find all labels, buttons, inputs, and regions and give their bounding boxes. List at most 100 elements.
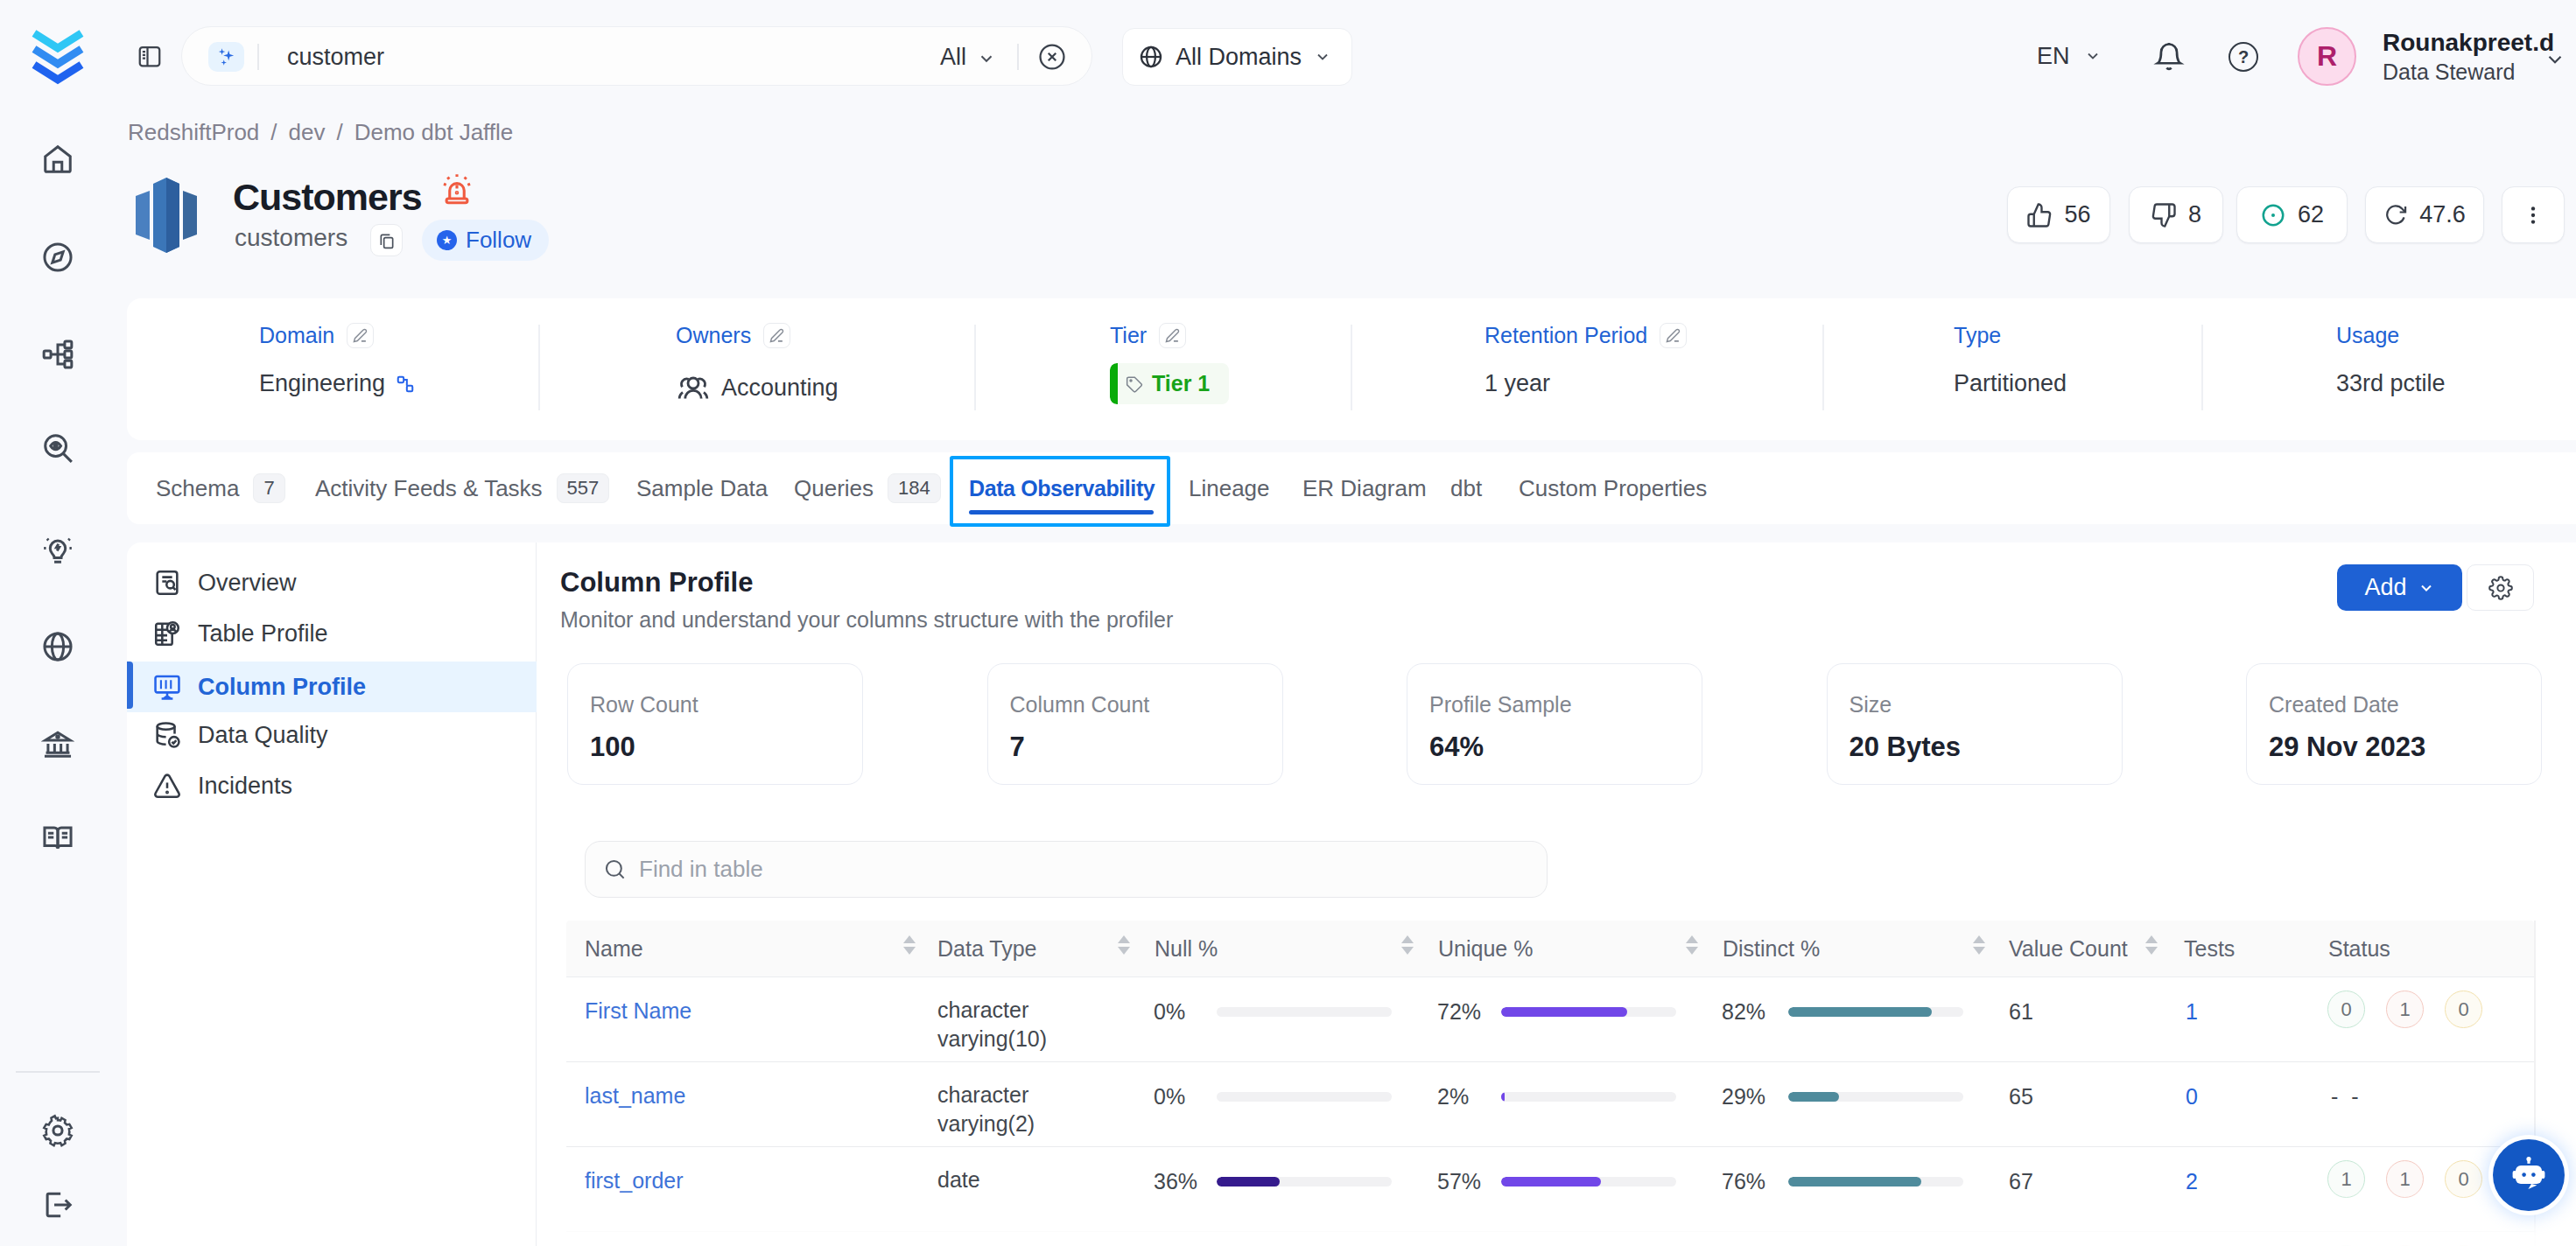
more-actions-button[interactable] <box>2502 186 2565 243</box>
subnav-incidents[interactable]: Incidents <box>127 760 537 811</box>
search-scope-dropdown[interactable]: All <box>940 27 966 87</box>
language-selector[interactable]: EN <box>2037 33 2102 79</box>
usage-label[interactable]: Usage <box>2336 323 2399 348</box>
sort-name[interactable] <box>903 935 916 955</box>
follow-button[interactable]: ★ Follow <box>422 220 549 261</box>
row-name-link[interactable]: last_name <box>585 1083 685 1109</box>
sort-null[interactable] <box>1401 935 1414 955</box>
owners-group-icon <box>676 370 711 405</box>
subnav-overview[interactable]: Overview <box>127 557 537 608</box>
type-label[interactable]: Type <box>1954 323 2001 348</box>
notifications-icon[interactable] <box>2153 40 2185 72</box>
table-header: Name Data Type Null % Unique % Distinct … <box>566 920 2534 977</box>
atlan-logo[interactable] <box>29 27 87 87</box>
profile-settings-button[interactable] <box>2467 564 2534 611</box>
settings-icon[interactable] <box>41 1114 74 1147</box>
domain-value[interactable]: Engineering <box>259 370 385 397</box>
edit-owners-button[interactable] <box>763 323 790 348</box>
bottom-fade <box>537 1188 2576 1246</box>
type-value: Partitioned <box>1954 370 2067 397</box>
owners-value[interactable]: Accounting <box>721 374 839 402</box>
governance-icon[interactable] <box>41 727 74 760</box>
tab-dbt[interactable]: dbt <box>1450 452 1482 524</box>
sort-unique[interactable] <box>1686 935 1698 955</box>
subnav-data-quality[interactable]: Data Quality <box>127 710 537 760</box>
row-tests-link[interactable]: 0 <box>2186 1084 2198 1110</box>
chevron-down-icon <box>1314 48 1331 66</box>
ai-sparkle-icon[interactable] <box>208 42 244 72</box>
discover-icon[interactable] <box>41 431 74 465</box>
row-name-link[interactable]: First Name <box>585 998 691 1024</box>
home-icon[interactable] <box>41 143 74 176</box>
avatar[interactable]: R <box>2298 27 2356 86</box>
edit-retention-button[interactable] <box>1660 323 1687 348</box>
add-button[interactable]: Add <box>2337 564 2462 611</box>
search-input[interactable]: customer <box>287 27 384 87</box>
edit-tier-button[interactable] <box>1159 323 1186 348</box>
copy-button[interactable] <box>370 224 403 256</box>
score-button[interactable]: 62 <box>2236 186 2348 243</box>
tab-lineage[interactable]: Lineage <box>1189 452 1270 524</box>
likes-count: 56 <box>2064 201 2090 228</box>
help-icon[interactable]: ? <box>2229 42 2258 72</box>
col-header-null[interactable]: Null % <box>1155 920 1218 977</box>
globe-icon[interactable] <box>41 630 74 663</box>
sort-value-count[interactable] <box>2145 935 2158 955</box>
breadcrumb-schema[interactable]: Demo dbt Jaffle <box>354 119 514 146</box>
score-count: 62 <box>2298 201 2324 228</box>
distinct-bar <box>1788 1092 1963 1102</box>
user-menu-chevron-icon[interactable] <box>2544 48 2566 71</box>
subnav-table-profile[interactable]: Table Profile <box>127 608 537 659</box>
subnav-column-profile[interactable]: Column Profile <box>127 662 537 712</box>
stat-row-count: Row Count100 <box>567 663 863 785</box>
find-in-table-input[interactable]: Find in table <box>585 841 1548 898</box>
row-tests-link[interactable]: 1 <box>2186 999 2198 1025</box>
insights-icon[interactable] <box>41 533 74 566</box>
edit-domain-button[interactable] <box>347 323 374 348</box>
row-status-badges: 0 1 0 <box>2327 990 2482 1028</box>
col-header-unique[interactable]: Unique % <box>1438 920 1533 977</box>
tab-schema[interactable]: Schema7 <box>156 452 285 524</box>
network-icon[interactable] <box>41 338 74 371</box>
search-divider <box>257 44 259 70</box>
tab-custom-properties[interactable]: Custom Properties <box>1519 452 1707 524</box>
tab-er-diagram[interactable]: ER Diagram <box>1302 452 1427 524</box>
logout-icon[interactable] <box>41 1188 74 1222</box>
tier-chip[interactable]: Tier 1 <box>1110 363 1229 404</box>
col-header-status[interactable]: Status <box>2328 920 2390 977</box>
owners-label[interactable]: Owners <box>676 323 751 348</box>
clear-search-icon[interactable] <box>1037 42 1067 72</box>
col-header-data-type[interactable]: Data Type <box>937 920 1037 977</box>
sort-distinct[interactable] <box>1973 935 1985 955</box>
user-name: Rounakpreet.d <box>2383 29 2554 57</box>
sidebar-toggle-icon[interactable] <box>137 43 163 69</box>
col-header-tests[interactable]: Tests <box>2184 920 2235 977</box>
distinct-bar <box>1788 1007 1963 1017</box>
tier-label[interactable]: Tier <box>1110 323 1147 348</box>
retention-label[interactable]: Retention Period <box>1485 323 1647 348</box>
likes-button[interactable]: 56 <box>2007 186 2110 243</box>
refresh-value: 47.6 <box>2419 201 2466 228</box>
col-header-value-count[interactable]: Value Count <box>2009 920 2128 977</box>
breadcrumb-database[interactable]: dev <box>289 119 326 146</box>
tag-icon <box>1126 375 1143 393</box>
tab-queries[interactable]: Queries184 <box>794 452 941 524</box>
alert-siren-icon[interactable] <box>438 170 476 208</box>
global-search[interactable]: customer All <box>181 26 1092 86</box>
table-row-last-name[interactable]: last_name charactervarying(2) 0% 2% 29% … <box>566 1062 2534 1147</box>
tab-sample-data[interactable]: Sample Data <box>636 452 768 524</box>
refresh-button[interactable]: 47.6 <box>2365 186 2484 243</box>
chatbot-button[interactable] <box>2493 1139 2565 1211</box>
stat-size: Size20 Bytes <box>1827 663 2123 785</box>
table-row-first-name[interactable]: First Name charactervarying(10) 0% 72% 8… <box>566 977 2534 1062</box>
col-header-name[interactable]: Name <box>585 920 643 977</box>
sort-data-type[interactable] <box>1118 935 1130 955</box>
dislikes-button[interactable]: 8 <box>2129 186 2223 243</box>
domains-filter[interactable]: All Domains <box>1122 28 1352 86</box>
domain-label[interactable]: Domain <box>259 323 334 348</box>
col-header-distinct[interactable]: Distinct % <box>1723 920 1820 977</box>
breadcrumb-connection[interactable]: RedshiftProd <box>128 119 259 146</box>
compass-icon[interactable] <box>41 241 74 274</box>
tab-activity-feeds[interactable]: Activity Feeds & Tasks557 <box>315 452 609 524</box>
glossary-icon[interactable] <box>41 821 74 854</box>
